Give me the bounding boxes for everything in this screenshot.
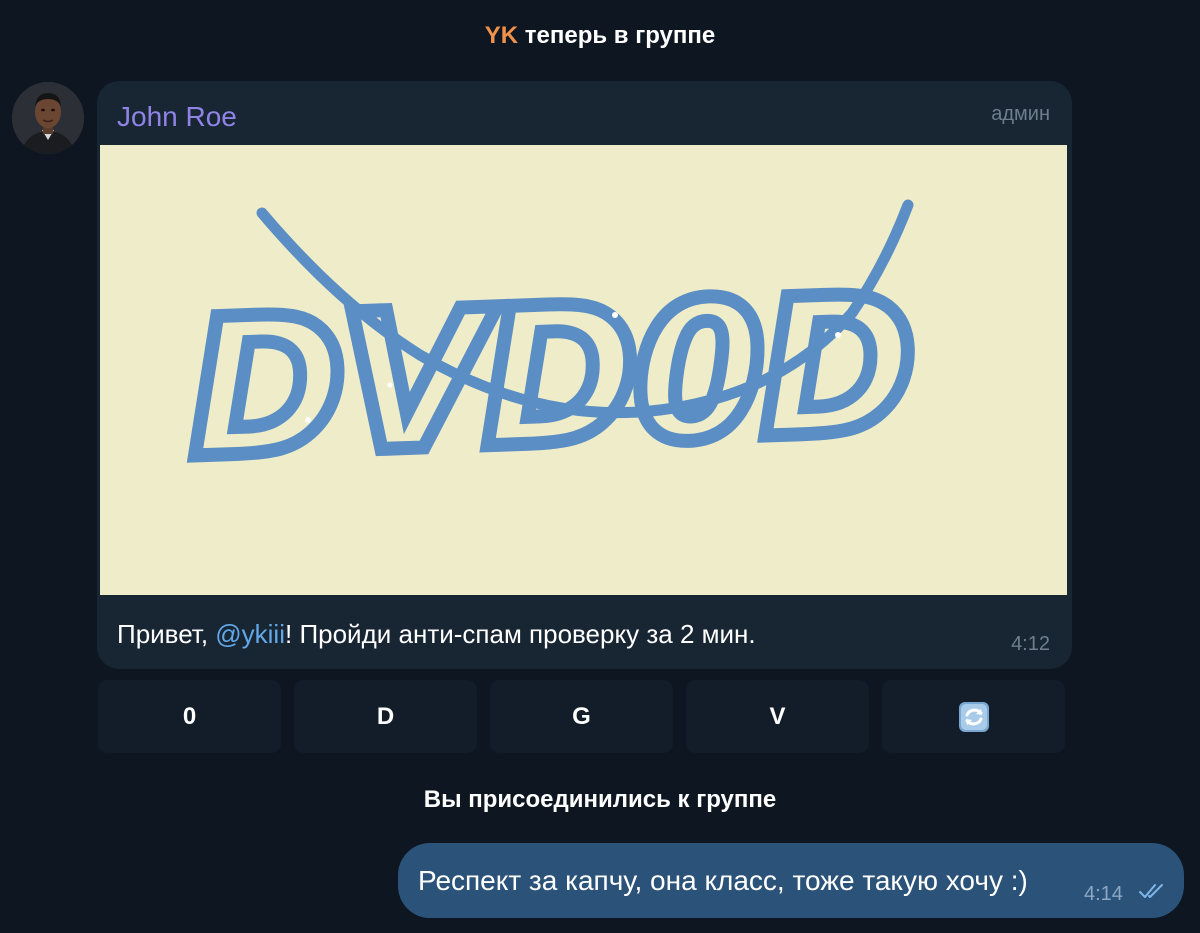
service-message-joined: YK теперь в группе: [0, 22, 1200, 50]
keyboard-button-0[interactable]: 0: [98, 680, 281, 753]
user-mention[interactable]: @ykiii: [215, 619, 285, 649]
caption-suffix: ! Пройди анти-спам проверку за 2 мин.: [285, 619, 756, 649]
sender-name[interactable]: John Roe: [117, 101, 237, 133]
keyboard-button-v[interactable]: V: [686, 680, 869, 753]
service-message-self-joined: Вы присоединились к группе: [423, 786, 777, 813]
captcha-image[interactable]: DVD0D: [100, 145, 1067, 595]
keyboard-button-g[interactable]: G: [490, 680, 673, 753]
inline-keyboard: 0 D G V: [98, 680, 1066, 753]
message-time: 4:12: [1011, 633, 1050, 655]
avatar-photo: [12, 82, 84, 154]
avatar[interactable]: [12, 82, 84, 154]
captcha-noise-dot: [835, 332, 841, 338]
own-message-time: 4:14: [1084, 883, 1123, 905]
message-bubble[interactable]: John Roe админ DVD0D Привет, @ykiii! Про…: [97, 81, 1072, 669]
double-check-icon: [1139, 884, 1163, 898]
admin-badge: админ: [991, 103, 1050, 125]
joined-user-name[interactable]: YK: [485, 22, 518, 49]
captcha-text: DVD0D: [185, 254, 915, 500]
captcha-noise-dot: [387, 382, 393, 388]
keyboard-button-d[interactable]: D: [294, 680, 477, 753]
refresh-icon: [958, 701, 989, 732]
own-message-text: Респект за капчу, она класс, тоже такую …: [418, 865, 1028, 896]
captcha-noise-dot: [612, 312, 618, 318]
keyboard-button-refresh[interactable]: [882, 680, 1065, 753]
caption-prefix: Привет,: [117, 619, 216, 649]
captcha-noise-dot: [305, 417, 311, 423]
own-message-bubble[interactable]: Респект за капчу, она класс, тоже такую …: [398, 843, 1184, 918]
joined-text: теперь в группе: [524, 22, 716, 49]
message-caption: Привет, @ykiii! Пройди анти-спам проверк…: [117, 619, 756, 650]
